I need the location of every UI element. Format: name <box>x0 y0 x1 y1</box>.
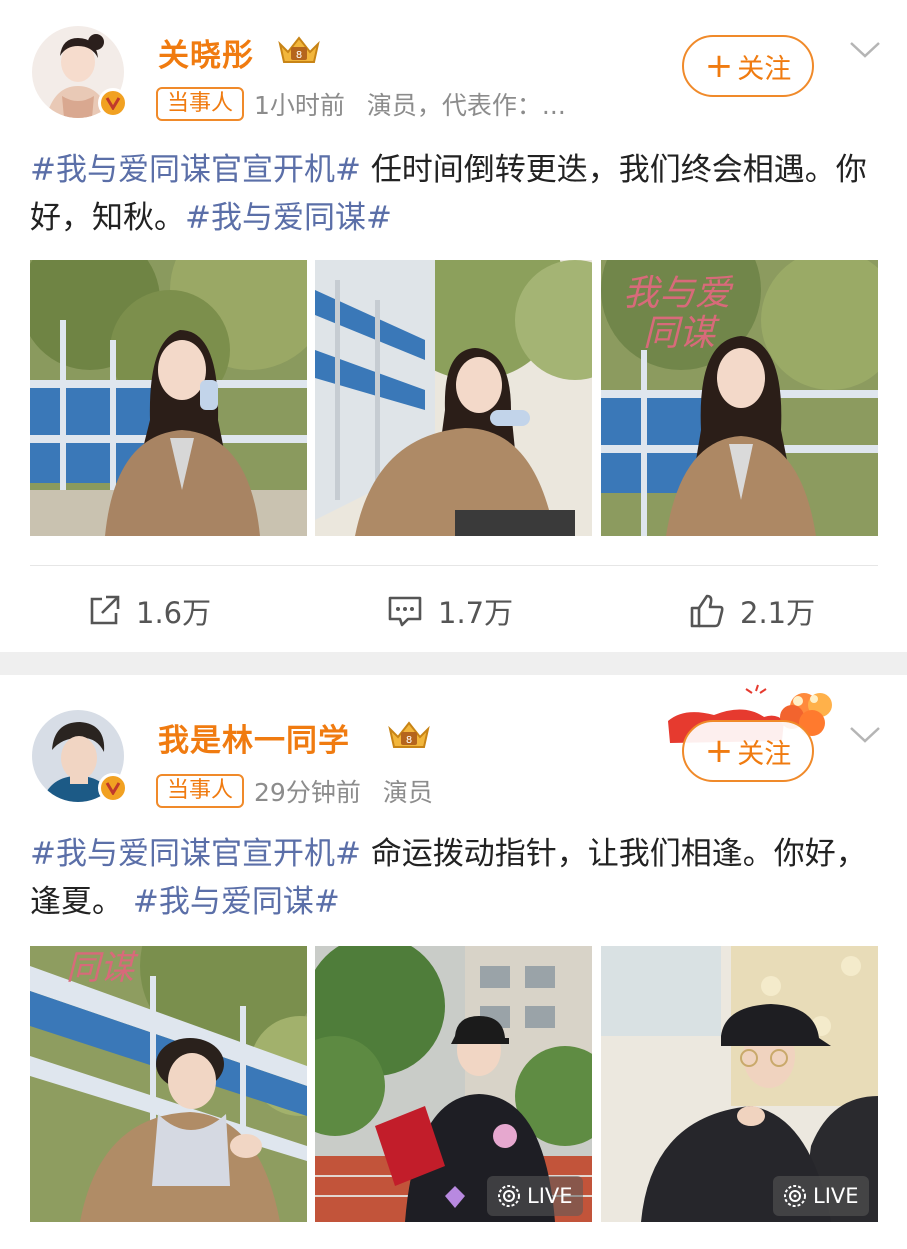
author-role: 演员 <box>382 778 433 807</box>
comment-icon <box>388 596 422 627</box>
post-image-3[interactable]: 我与爱 同谋 <box>601 260 878 536</box>
post-image-1[interactable] <box>30 260 307 536</box>
follow-label: 关注 <box>737 53 792 85</box>
topic-link[interactable]: #我与爱同谋# <box>185 200 392 236</box>
follow-button[interactable]: + 关注 <box>682 35 814 97</box>
post-time: 29分钟前 <box>254 778 361 807</box>
comment-count: 1.7万 <box>438 596 514 630</box>
party-tag: 当事人 <box>156 774 245 808</box>
chevron-down-icon[interactable] <box>848 725 882 745</box>
crown-badge-icon: 8 <box>388 721 430 748</box>
overlay-title-line: 同谋 <box>66 948 134 988</box>
repost-count: 1.6万 <box>136 596 212 630</box>
overlay-title-line: 同谋 <box>643 313 716 354</box>
verified-v-icon <box>98 88 128 118</box>
live-label: LIVE <box>527 1184 573 1208</box>
author-name[interactable]: 关晓彤 <box>158 30 254 75</box>
post-card-2: 我是林一同学 8 当事人 29分钟前 演员 + 关注 #我与爱同谋官宣开机# 命… <box>0 675 907 1249</box>
comment-button[interactable]: 1.7万 <box>386 566 513 656</box>
like-icon <box>690 594 724 628</box>
post-card-1: 关晓彤 8 当事人 1小时前 演员，代表作：... + 关注 #我与爱同谋官宣开… <box>0 0 907 652</box>
like-button[interactable]: 2.1万 <box>688 566 815 656</box>
author-role: 演员，代表作：... <box>366 91 566 120</box>
action-bar: 1.6万 1.7万 2.1万 <box>0 566 907 656</box>
live-badge: LIVE <box>773 1176 869 1216</box>
like-count: 2.1万 <box>740 596 816 630</box>
plus-icon: + <box>704 731 734 771</box>
post-image-2[interactable] <box>315 260 592 536</box>
follow-label: 关注 <box>737 738 792 770</box>
overlay-title-line: 我与爱 <box>623 273 732 314</box>
crown-badge-icon: 8 <box>278 36 320 63</box>
post-text: #我与爱同谋官宣开机# 任时间倒转更迭，我们终会相遇。你好，知秋。#我与爱同谋# <box>30 146 880 242</box>
image-title-overlay: 同谋 <box>66 948 134 988</box>
author-name[interactable]: 我是林一同学 <box>158 715 350 760</box>
party-tag: 当事人 <box>156 87 245 121</box>
post-image-4[interactable]: 同谋 <box>30 946 307 1222</box>
live-label: LIVE <box>813 1184 859 1208</box>
svg-text:8: 8 <box>296 50 302 61</box>
post-time: 1小时前 <box>254 91 345 120</box>
svg-text:8: 8 <box>406 735 412 746</box>
post-image-5[interactable]: LIVE <box>315 946 592 1222</box>
follow-button[interactable]: + 关注 <box>682 720 814 782</box>
post-meta: 当事人 1小时前 演员，代表作：... <box>156 86 566 122</box>
repost-icon <box>90 595 120 625</box>
post-separator <box>0 652 907 675</box>
topic-link[interactable]: #我与爱同谋官宣开机# <box>30 152 361 188</box>
topic-link[interactable]: #我与爱同谋# <box>133 884 340 920</box>
verified-v-icon <box>98 773 128 803</box>
live-badge: LIVE <box>487 1176 583 1216</box>
post-text: #我与爱同谋官宣开机# 命运拨动指针，让我们相逢。你好，逢夏。 #我与爱同谋# <box>30 830 880 926</box>
live-icon <box>498 1185 520 1207</box>
post-image-6[interactable]: LIVE <box>601 946 878 1222</box>
repost-button[interactable]: 1.6万 <box>86 566 211 656</box>
post-meta: 当事人 29分钟前 演员 <box>156 773 433 809</box>
chevron-down-icon[interactable] <box>848 40 882 60</box>
image-title-overlay: 我与爱 同谋 <box>617 274 731 354</box>
live-icon <box>784 1185 806 1207</box>
plus-icon: + <box>704 46 734 86</box>
topic-link[interactable]: #我与爱同谋官宣开机# <box>30 836 361 872</box>
